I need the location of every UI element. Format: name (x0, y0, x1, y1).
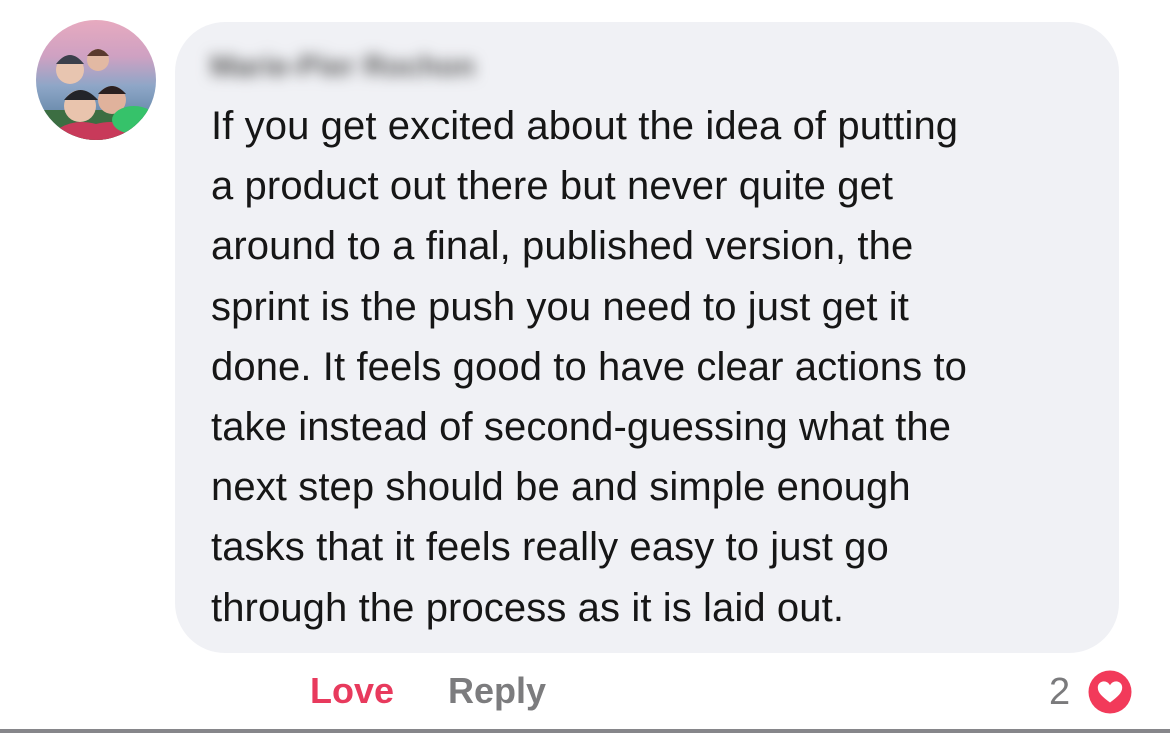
avatar[interactable] (36, 20, 156, 140)
heart-icon[interactable] (1085, 667, 1135, 717)
comment-text: If you get excited about the idea of put… (211, 96, 1101, 638)
comment-text-line: tasks that it feels really easy to just … (211, 525, 889, 570)
comment-text-line: sprint is the push you need to just get … (211, 284, 909, 329)
comment-text-line: done. It feels good to have clear action… (211, 344, 968, 389)
love-button[interactable]: Love (310, 668, 394, 714)
comment-author[interactable]: Marie-Pier Rochon (210, 48, 565, 86)
reply-button[interactable]: Reply (448, 668, 546, 714)
bottom-divider (0, 729, 1170, 733)
comment-text-line: take instead of second-guessing what the (211, 405, 952, 450)
reaction-count[interactable]: 2 (1049, 670, 1070, 714)
comment-text-line: a product out there but never quite get (211, 164, 894, 209)
comment-text-line: around to a final, published version, th… (211, 224, 914, 269)
comment-text-line: next step should be and simple enough (211, 465, 911, 510)
comment-text-line: through the process as it is laid out. (211, 585, 845, 630)
comment-text-line: If you get excited about the idea of put… (211, 104, 959, 148)
avatar-photo (36, 49, 156, 140)
